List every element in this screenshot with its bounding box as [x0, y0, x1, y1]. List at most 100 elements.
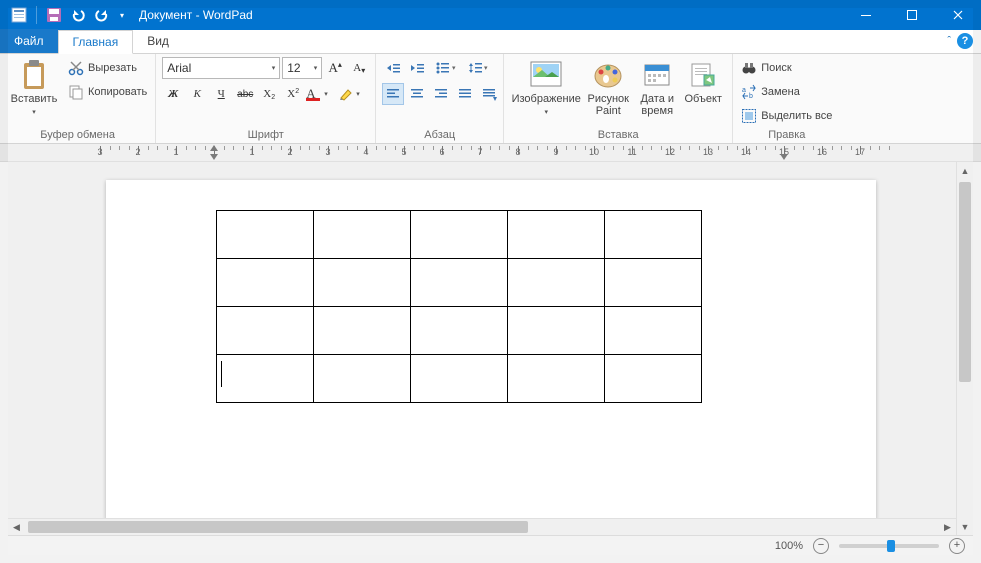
strikethrough-button[interactable]: abc — [234, 83, 256, 105]
tab-file[interactable]: Файл — [0, 29, 58, 53]
table-cell[interactable] — [313, 259, 410, 307]
find-button[interactable]: Поиск — [739, 57, 834, 79]
font-name-input[interactable]: Arial▾ — [162, 57, 280, 79]
table-cell[interactable] — [410, 355, 507, 403]
table-cell[interactable] — [216, 355, 313, 403]
palette-icon — [592, 59, 624, 91]
align-right-button[interactable] — [430, 83, 452, 105]
table-cell[interactable] — [216, 259, 313, 307]
tab-home[interactable]: Главная — [58, 30, 134, 54]
table-cell[interactable] — [507, 307, 604, 355]
table-cell[interactable] — [313, 307, 410, 355]
table-cell[interactable] — [604, 211, 701, 259]
group-label-clipboard: Буфер обмена — [6, 127, 149, 143]
zoom-thumb[interactable] — [887, 540, 895, 552]
table-cell[interactable] — [604, 307, 701, 355]
select-all-button[interactable]: Выделить все — [739, 105, 834, 127]
italic-button[interactable]: К — [186, 83, 208, 105]
vscroll-thumb[interactable] — [959, 182, 971, 382]
svg-text:a: a — [742, 87, 746, 94]
replace-button[interactable]: ab Замена — [739, 81, 834, 103]
insert-datetime-button[interactable]: Дата и время — [634, 57, 680, 119]
shrink-font-button[interactable]: A▾ — [348, 57, 370, 79]
scroll-right-arrow[interactable]: ▶ — [939, 519, 956, 535]
object-icon — [687, 59, 719, 91]
increase-indent-button[interactable] — [406, 57, 428, 79]
svg-text:b: b — [749, 93, 753, 100]
vertical-scrollbar[interactable]: ▲ ▼ — [956, 162, 973, 535]
cut-button[interactable]: Вырезать — [66, 57, 149, 79]
zoom-out-button[interactable]: − — [813, 538, 829, 554]
group-clipboard: Вставить▾ Вырезать Копировать Буфер обме… — [0, 54, 156, 143]
document-area: ▲ ▼ ◀ ▶ — [8, 162, 973, 535]
table-cell[interactable] — [313, 355, 410, 403]
table-cell[interactable] — [216, 307, 313, 355]
font-color-button[interactable]: A▾ — [306, 83, 336, 105]
table-cell[interactable] — [604, 355, 701, 403]
paragraph-dialog-button[interactable] — [478, 83, 500, 105]
maximize-button[interactable] — [889, 0, 935, 30]
window-controls — [843, 0, 981, 30]
app-icon[interactable] — [8, 4, 30, 26]
copy-icon — [68, 84, 84, 100]
close-button[interactable] — [935, 0, 981, 30]
minimize-button[interactable] — [843, 0, 889, 30]
document-table[interactable] — [216, 210, 702, 403]
table-cell[interactable] — [604, 259, 701, 307]
group-paragraph: ▾ ▾ Абзац — [376, 54, 504, 143]
table-cell[interactable] — [216, 211, 313, 259]
ribbon: Вставить▾ Вырезать Копировать Буфер обме… — [0, 54, 981, 144]
undo-icon[interactable] — [67, 4, 89, 26]
font-size-input[interactable]: 12▾ — [282, 57, 322, 79]
scroll-left-arrow[interactable]: ◀ — [8, 519, 25, 535]
tab-view[interactable]: Вид — [133, 29, 183, 53]
table-cell[interactable] — [507, 211, 604, 259]
copy-button[interactable]: Копировать — [66, 81, 149, 103]
bold-button[interactable]: Ж — [162, 83, 184, 105]
table-cell[interactable] — [410, 211, 507, 259]
insert-object-button[interactable]: Объект — [680, 57, 726, 107]
page[interactable] — [106, 180, 876, 520]
horizontal-scrollbar[interactable]: ◀ ▶ — [8, 518, 956, 535]
ruler[interactable]: 3211234567891011121314151617 — [0, 144, 981, 162]
group-editing: Поиск ab Замена Выделить все Правка — [733, 54, 840, 143]
collapse-ribbon-icon[interactable]: ˆ — [947, 35, 951, 47]
group-font: Arial▾ 12▾ A▴ A▾ Ж К Ч abc X2 X2 A▾ ▾ Шр… — [156, 54, 376, 143]
binoculars-icon — [741, 60, 757, 76]
image-icon — [530, 59, 562, 91]
zoom-in-button[interactable]: + — [949, 538, 965, 554]
table-cell[interactable] — [410, 259, 507, 307]
table-cell[interactable] — [507, 259, 604, 307]
save-icon[interactable] — [43, 4, 65, 26]
superscript-button[interactable]: X2 — [282, 83, 304, 105]
align-center-button[interactable] — [406, 83, 428, 105]
insert-image-button[interactable]: Изображение▾ — [510, 57, 582, 121]
highlight-button[interactable]: ▾ — [338, 83, 368, 105]
redo-icon[interactable] — [91, 4, 113, 26]
table-cell[interactable] — [313, 211, 410, 259]
table-cell[interactable] — [507, 355, 604, 403]
justify-button[interactable] — [454, 83, 476, 105]
scroll-up-arrow[interactable]: ▲ — [957, 162, 973, 179]
zoom-slider[interactable] — [839, 544, 939, 548]
status-bar: 100% − + — [8, 535, 973, 555]
table-cell[interactable] — [410, 307, 507, 355]
zoom-level: 100% — [775, 540, 803, 552]
help-icon[interactable]: ? — [957, 33, 973, 49]
paste-button[interactable]: Вставить▾ — [6, 57, 62, 121]
bullets-button[interactable]: ▾ — [430, 57, 460, 79]
underline-button[interactable]: Ч — [210, 83, 232, 105]
grow-font-button[interactable]: A▴ — [324, 57, 346, 79]
subscript-button[interactable]: X2 — [258, 83, 280, 105]
select-all-icon — [741, 108, 757, 124]
hscroll-thumb[interactable] — [28, 521, 528, 533]
scroll-down-arrow[interactable]: ▼ — [957, 518, 973, 535]
decrease-indent-button[interactable] — [382, 57, 404, 79]
group-label-font: Шрифт — [162, 127, 369, 143]
line-spacing-button[interactable]: ▾ — [462, 57, 492, 79]
align-left-button[interactable] — [382, 83, 404, 105]
group-insert: Изображение▾ Рисунок Paint Дата и время … — [504, 54, 733, 143]
ribbon-tabs: Файл Главная Вид ˆ ? — [0, 30, 981, 54]
qat-customize-icon[interactable]: ▾ — [115, 4, 129, 26]
insert-paint-button[interactable]: Рисунок Paint — [582, 57, 634, 119]
